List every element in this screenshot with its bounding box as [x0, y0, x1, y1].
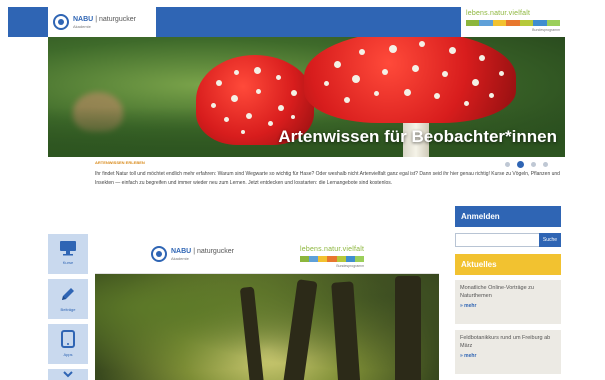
video-logo-subtitle: Akademie	[171, 255, 189, 261]
partner-color-segment	[345, 256, 355, 262]
mushroom-spot	[359, 49, 365, 55]
mushroom-spot	[449, 47, 456, 54]
mushroom-spot	[246, 113, 252, 119]
mushroom-spot	[231, 95, 238, 102]
news-heading: Aktuelles	[455, 254, 561, 275]
logo-subtitle: Akademie	[73, 23, 91, 29]
mushroom-spot	[291, 115, 295, 119]
slider-dot[interactable]	[531, 162, 536, 167]
search-input[interactable]	[455, 233, 539, 247]
mushroom-spot	[216, 80, 222, 86]
mushroom-spot	[241, 130, 245, 134]
video-partner-logo: lebens.natur.vielfalt Bundesprogramm	[300, 246, 364, 268]
intro-text: Ihr findet Natur toll und möchtet endlic…	[95, 171, 560, 186]
search-button[interactable]: Suche	[539, 233, 561, 247]
partner-logo-title: lebens.natur.vielfalt	[466, 10, 531, 17]
mushroom-spot	[278, 105, 284, 111]
mushroom-spot	[334, 61, 341, 68]
video-logo-title: NABU | naturgucker	[171, 247, 234, 255]
mushroom-spot	[464, 101, 469, 106]
side-button-apps[interactable]: Apps	[48, 324, 88, 364]
video-logo: NABU | naturgucker Akademie	[151, 246, 234, 262]
video-partner-title: lebens.natur.vielfalt	[300, 246, 365, 253]
slider-dot[interactable]	[505, 162, 510, 167]
monitor-icon	[60, 241, 76, 256]
news-more-link[interactable]: » mehr	[460, 303, 556, 309]
mushroom-spot	[479, 55, 485, 61]
login-heading[interactable]: Anmelden	[455, 206, 561, 227]
nabu-logo-icon	[53, 14, 69, 30]
mushroom-spot	[472, 79, 479, 86]
partner-color-segment	[479, 20, 493, 26]
side-button-beitraege[interactable]: Beiträge	[48, 279, 88, 319]
mushroom-spot	[256, 89, 261, 94]
mushroom-spot	[254, 67, 261, 74]
partner-color-segment	[519, 20, 534, 26]
intro-video[interactable]: NABU | naturgucker Akademie lebens.natur…	[95, 232, 439, 380]
mushroom-spot	[434, 93, 440, 99]
video-header: NABU | naturgucker Akademie lebens.natur…	[95, 232, 439, 274]
tree-trunk	[395, 276, 421, 380]
mushroom-spot	[224, 117, 229, 122]
partner-logo-subtitle: Bundesprogramm	[532, 28, 560, 32]
search-form: Suche	[455, 233, 561, 247]
mushroom-spot	[489, 93, 494, 98]
mushroom-spot	[404, 89, 411, 96]
partner-color-segment	[354, 256, 365, 262]
slider-pagination[interactable]	[505, 161, 548, 168]
mushroom-spot	[276, 75, 281, 80]
side-button-label: Kurse	[62, 260, 74, 265]
news-more-link[interactable]: » mehr	[460, 353, 556, 359]
partner-logo[interactable]: lebens.natur.vielfalt Bundesprogramm	[461, 7, 565, 37]
mushroom-spot	[352, 75, 360, 83]
chevron-down-icon	[63, 371, 73, 378]
partner-color-segment	[300, 256, 310, 262]
mushroom-spot	[389, 45, 397, 53]
side-button-kurse[interactable]: Kurse	[48, 234, 88, 274]
logo-title: NABU | naturgucker	[73, 15, 136, 23]
mushroom-spot	[324, 81, 329, 86]
site-logo[interactable]: NABU | naturgucker Akademie	[48, 7, 156, 37]
partner-color-segment	[309, 256, 319, 262]
tablet-icon	[61, 330, 75, 348]
intro-heading: Artenwissen erleben	[95, 160, 145, 165]
mushroom-spot	[268, 121, 273, 126]
mushroom-spot	[382, 69, 388, 75]
pencil-icon	[62, 288, 74, 300]
news-item[interactable]: Feldbotanikkurs rund um Freiburg ab März…	[455, 330, 561, 374]
hero-slider[interactable]: Artenwissen für Beobachter*innen	[48, 37, 565, 157]
news-title: Feldbotanikkurs rund um Freiburg ab März	[460, 335, 551, 349]
mushroom-spot	[419, 41, 425, 47]
slider-dot[interactable]	[517, 161, 524, 168]
video-partner-subtitle: Bundesprogramm	[336, 264, 365, 268]
mushroom-spot	[234, 70, 239, 75]
partner-color-segment	[318, 256, 328, 262]
mushroom-spot	[499, 71, 504, 76]
partner-color-bar	[466, 20, 560, 26]
side-button-label: Apps	[63, 352, 73, 357]
video-partner-color-bar	[300, 256, 365, 262]
mushroom-spot	[412, 65, 419, 72]
nabu-logo-icon	[151, 246, 167, 262]
partner-color-segment	[492, 20, 507, 26]
news-title: Monatliche Online-Vorträge zu Naturtheme…	[460, 285, 534, 299]
mushroom-spot	[344, 97, 350, 103]
partner-color-segment	[466, 20, 480, 26]
slider-dot[interactable]	[543, 162, 548, 167]
mushroom-cap-right	[304, 37, 516, 123]
side-button-label: Beiträge	[60, 307, 76, 312]
mushroom-spot	[374, 91, 379, 96]
partner-color-segment	[327, 256, 337, 262]
forest-canopy	[95, 274, 439, 380]
hero-title: Artenwissen für Beobachter*innen	[278, 127, 557, 146]
mushroom-spot	[291, 90, 297, 96]
side-button-more[interactable]	[48, 369, 88, 380]
partner-color-segment	[533, 20, 547, 26]
partner-color-segment	[506, 20, 520, 26]
partner-color-segment	[546, 20, 560, 26]
mushroom-spot	[211, 103, 216, 108]
partner-color-segment	[336, 256, 346, 262]
news-item[interactable]: Monatliche Online-Vorträge zu Naturtheme…	[455, 280, 561, 324]
mushroom-spot	[442, 71, 448, 77]
